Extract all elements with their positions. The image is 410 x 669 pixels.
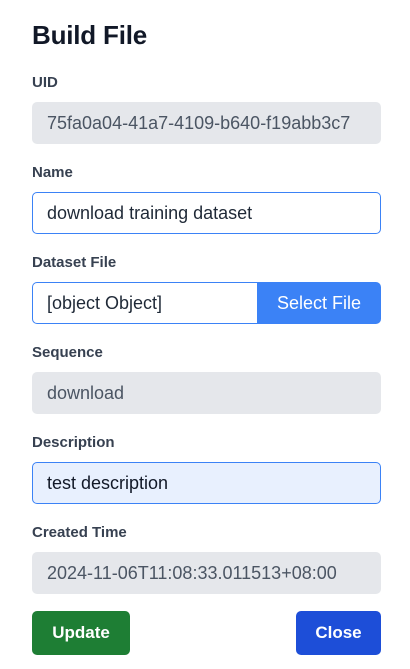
- created-time-field: 2024-11-06T11:08:33.011513+08:00: [32, 552, 381, 594]
- dataset-file-input[interactable]: [object Object]: [32, 282, 257, 324]
- select-file-button[interactable]: Select File: [257, 282, 381, 324]
- uid-label: UID: [32, 74, 58, 91]
- sequence-field: download: [32, 372, 381, 414]
- sequence-label: Sequence: [32, 344, 103, 361]
- close-button[interactable]: Close: [296, 611, 381, 655]
- dataset-file-label: Dataset File: [32, 254, 117, 271]
- dataset-file-group: [object Object] Select File: [32, 282, 381, 324]
- name-label: Name: [32, 164, 73, 181]
- uid-field: 75fa0a04-41a7-4109-b640-f19abb3c7: [32, 102, 381, 144]
- description-input[interactable]: test description: [32, 462, 381, 504]
- description-label: Description: [32, 434, 115, 451]
- update-button[interactable]: Update: [32, 611, 130, 655]
- created-time-label: Created Time: [32, 524, 127, 541]
- name-input[interactable]: download training dataset: [32, 192, 381, 234]
- dialog-title: Build File: [32, 20, 148, 50]
